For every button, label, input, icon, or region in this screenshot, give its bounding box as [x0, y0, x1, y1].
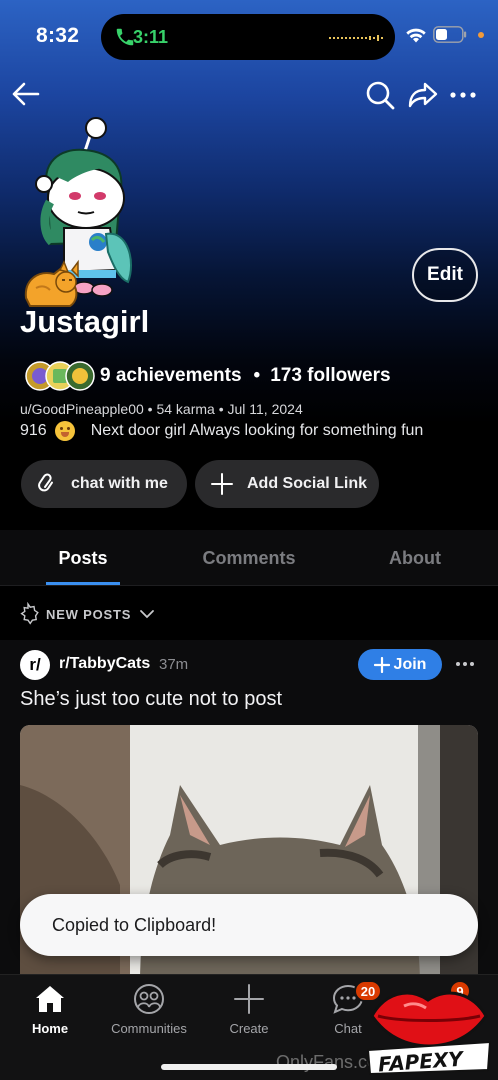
post-age: 37m	[159, 656, 189, 673]
tab-about[interactable]: About	[378, 548, 452, 569]
bio-prefix: 916	[20, 422, 47, 439]
wifi-icon	[406, 28, 426, 43]
plus-icon	[211, 473, 233, 495]
nav-communities[interactable]: Communities	[104, 983, 194, 1036]
post-title[interactable]: She’s just too cute not to post	[20, 688, 282, 711]
achievement-badges-icon[interactable]	[24, 358, 96, 394]
share-icon[interactable]	[406, 80, 440, 110]
profile-tabs: Posts Comments About	[0, 530, 498, 586]
nav-create[interactable]: Create	[204, 983, 294, 1036]
search-icon[interactable]	[364, 79, 396, 111]
shushing-face-emoji-icon	[54, 421, 75, 441]
nav-communities-label: Communities	[111, 1021, 187, 1036]
status-bar: 8:32 3:11	[0, 0, 498, 74]
nav-home-label: Home	[31, 1021, 69, 1036]
add-social-link-button[interactable]: Add Social Link	[195, 460, 379, 508]
dynamic-island[interactable]: 3:11	[101, 14, 395, 60]
profile-display-name: Justagirl	[20, 304, 150, 339]
communities-icon	[134, 984, 164, 1014]
call-duration: 3:11	[133, 27, 169, 47]
profile-avatar[interactable]	[20, 112, 150, 312]
chat-with-me-link[interactable]: chat with me	[21, 460, 187, 508]
subreddit-name[interactable]: r/TabbyCats	[59, 655, 150, 673]
audio-wave-icon	[329, 35, 383, 41]
achievements-count[interactable]: 9 achievements	[100, 365, 242, 387]
profile-stats: 9 achievements • 173 followers	[24, 358, 391, 394]
privacy-indicator-dot	[478, 32, 484, 38]
profile-meta: u/GoodPineapple00 • 54 karma • Jul 11, 2…	[20, 401, 303, 417]
home-icon	[36, 986, 64, 1012]
join-button[interactable]: Join	[358, 649, 442, 680]
post-more-icon[interactable]	[454, 654, 476, 674]
tab-posts[interactable]: Posts	[46, 548, 120, 569]
active-tab-indicator	[46, 582, 120, 585]
new-sparkle-icon	[20, 602, 39, 625]
battery-icon	[433, 26, 467, 43]
status-time: 8:32	[36, 24, 80, 47]
nav-create-label: Create	[229, 1021, 269, 1036]
sort-dropdown[interactable]: NEW POSTS	[16, 600, 163, 628]
stats-separator: •	[253, 365, 261, 386]
back-arrow-icon[interactable]	[10, 78, 42, 110]
plus-icon	[234, 984, 264, 1014]
more-icon[interactable]	[448, 80, 478, 110]
edit-profile-button[interactable]: Edit	[412, 248, 478, 302]
sort-label: NEW POSTS	[46, 606, 132, 622]
subreddit-avatar[interactable]: r/	[20, 650, 50, 680]
nav-home[interactable]: Home	[5, 983, 95, 1036]
chevron-down-icon	[140, 610, 155, 619]
nav-chat-label: Chat	[334, 1021, 362, 1036]
tab-comments[interactable]: Comments	[190, 548, 308, 569]
link-icon	[38, 473, 53, 492]
chat-with-me-label: chat with me	[71, 475, 168, 492]
join-label: Join	[393, 655, 427, 673]
plus-icon	[373, 656, 390, 673]
bio-text: Next door girl Always looking for someth…	[90, 422, 424, 439]
home-indicator[interactable]	[161, 1064, 337, 1070]
add-social-link-label: Add Social Link	[247, 475, 368, 492]
lips-watermark-logo: FAPEXY	[366, 991, 492, 1076]
followers-count[interactable]: 173 followers	[270, 365, 390, 387]
copied-toast: Copied to Clipboard!	[20, 894, 478, 956]
profile-bio: 916 Next door girl Always looking for so…	[20, 421, 423, 441]
